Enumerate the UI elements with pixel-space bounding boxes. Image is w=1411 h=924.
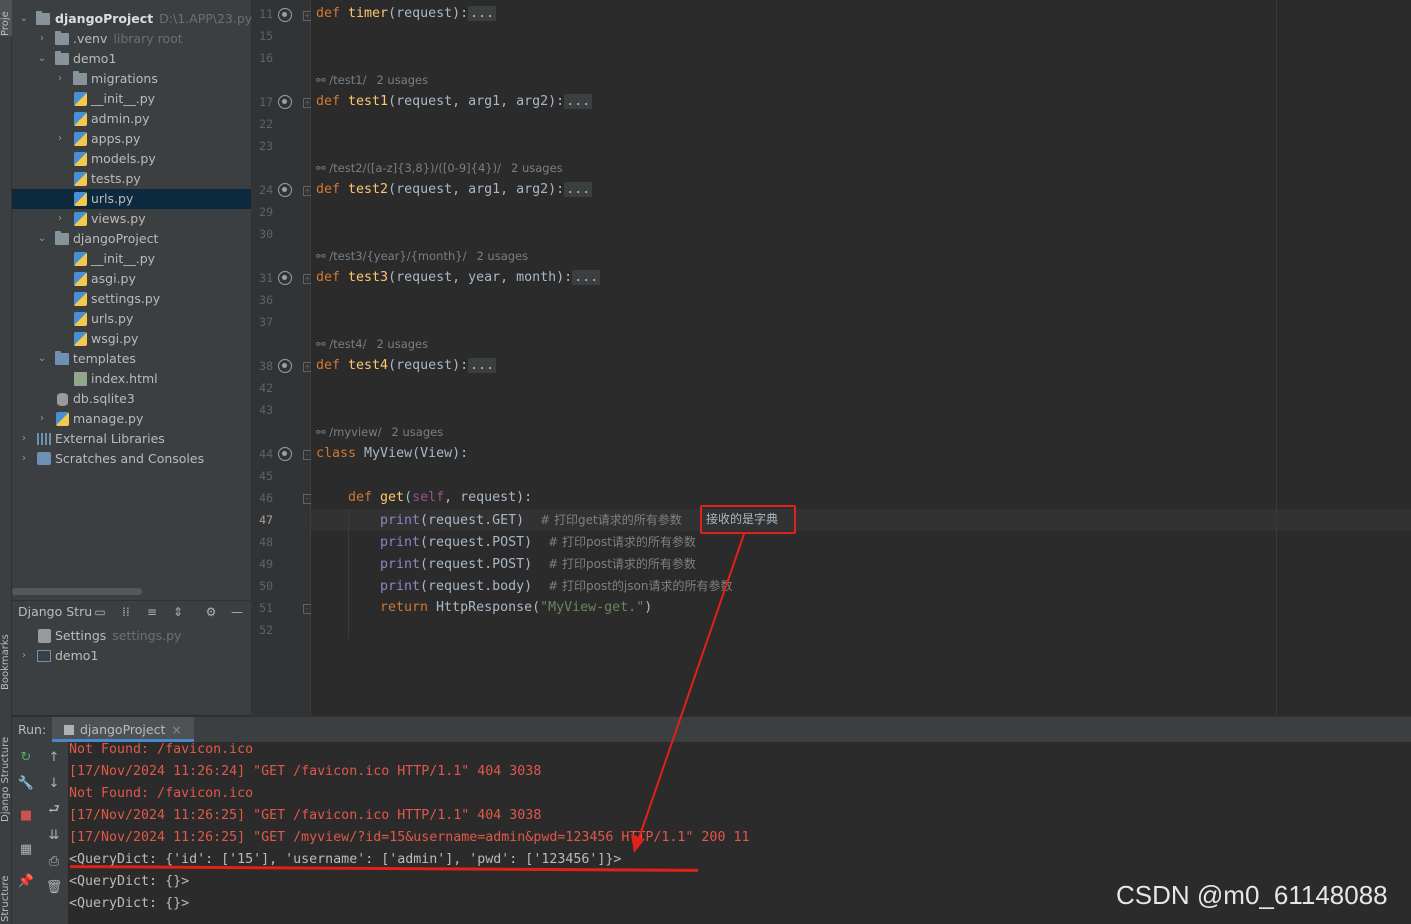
annotation-arrow [631, 533, 745, 853]
watermark: CSDN @m0_61148088 [1116, 880, 1388, 910]
